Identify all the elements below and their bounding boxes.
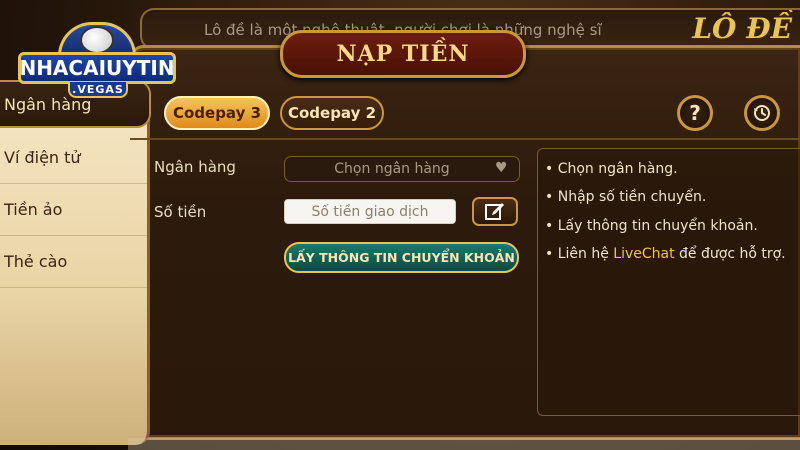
game-title: LÔ ĐỀ: [692, 12, 792, 45]
page-title-text: NẠP TIỀN: [336, 41, 470, 67]
sidebar-item-ewallet[interactable]: Ví điện tử: [0, 132, 147, 184]
divider: [130, 138, 800, 140]
instruction-text: Nhập số tiền chuyển.: [557, 189, 707, 205]
bottom-ornament: [128, 438, 800, 450]
soccer-ball-icon: [80, 26, 114, 54]
logo-wordmark: NHACAIUYTIN: [18, 52, 176, 84]
page-title: NẠP TIỀN: [280, 30, 526, 78]
amount-label: Số tiền: [154, 203, 207, 221]
logo-tld: .VEGAS: [68, 82, 128, 98]
instructions-panel: • Chọn ngân hàng. • Nhập số tiền chuyển.…: [537, 148, 800, 416]
tab-codepay-2[interactable]: Codepay 2: [280, 96, 384, 130]
payment-method-sidebar: Ngân hàng Ví điện tử Tiền ảo Thẻ cào: [0, 80, 151, 445]
help-button[interactable]: ?: [677, 95, 713, 131]
chevron-down-icon: ♥: [495, 160, 508, 176]
sidebar-item-label: Ví điện tử: [4, 148, 81, 167]
sidebar-item-crypto[interactable]: Tiền ảo: [0, 184, 147, 236]
logo-main-text: NHACAIUYTIN: [19, 56, 175, 80]
livechat-link[interactable]: LiveChat: [613, 246, 674, 262]
edit-icon: [485, 202, 504, 220]
sidebar-item-label: Thẻ cào: [4, 252, 68, 271]
instruction-item: • Nhập số tiền chuyển.: [545, 189, 707, 205]
instruction-item: • Liên hệ LiveChat để được hỗ trợ.: [545, 246, 786, 262]
get-transfer-info-button[interactable]: LẤY THÔNG TIN CHUYỂN KHOẢN: [284, 242, 519, 273]
instruction-text: Lấy thông tin chuyển khoản.: [557, 218, 758, 234]
logo-sub-text: .VEGAS: [72, 82, 124, 96]
support-prefix: Liên hệ: [557, 246, 614, 262]
history-button[interactable]: [744, 95, 780, 131]
bank-select-placeholder: Chọn ngân hàng: [334, 161, 450, 177]
sidebar-item-card[interactable]: Thẻ cào: [0, 236, 147, 288]
support-suffix: để được hỗ trợ.: [674, 246, 786, 262]
sidebar-item-label: Tiền ảo: [4, 200, 63, 219]
edit-amount-button[interactable]: [472, 197, 518, 226]
bank-select[interactable]: Chọn ngân hàng ♥: [284, 156, 520, 182]
question-icon: ?: [689, 101, 701, 125]
instruction-text: Chọn ngân hàng.: [557, 161, 678, 177]
brand-logo: NHACAIUYTIN .VEGAS: [18, 22, 176, 100]
amount-input[interactable]: [284, 199, 456, 224]
clock-history-icon: [754, 105, 770, 121]
bank-label: Ngân hàng: [154, 158, 236, 176]
tab-codepay-3[interactable]: Codepay 3: [164, 96, 270, 130]
instruction-item: • Chọn ngân hàng.: [545, 161, 678, 177]
instruction-item: • Lấy thông tin chuyển khoản.: [545, 218, 758, 234]
